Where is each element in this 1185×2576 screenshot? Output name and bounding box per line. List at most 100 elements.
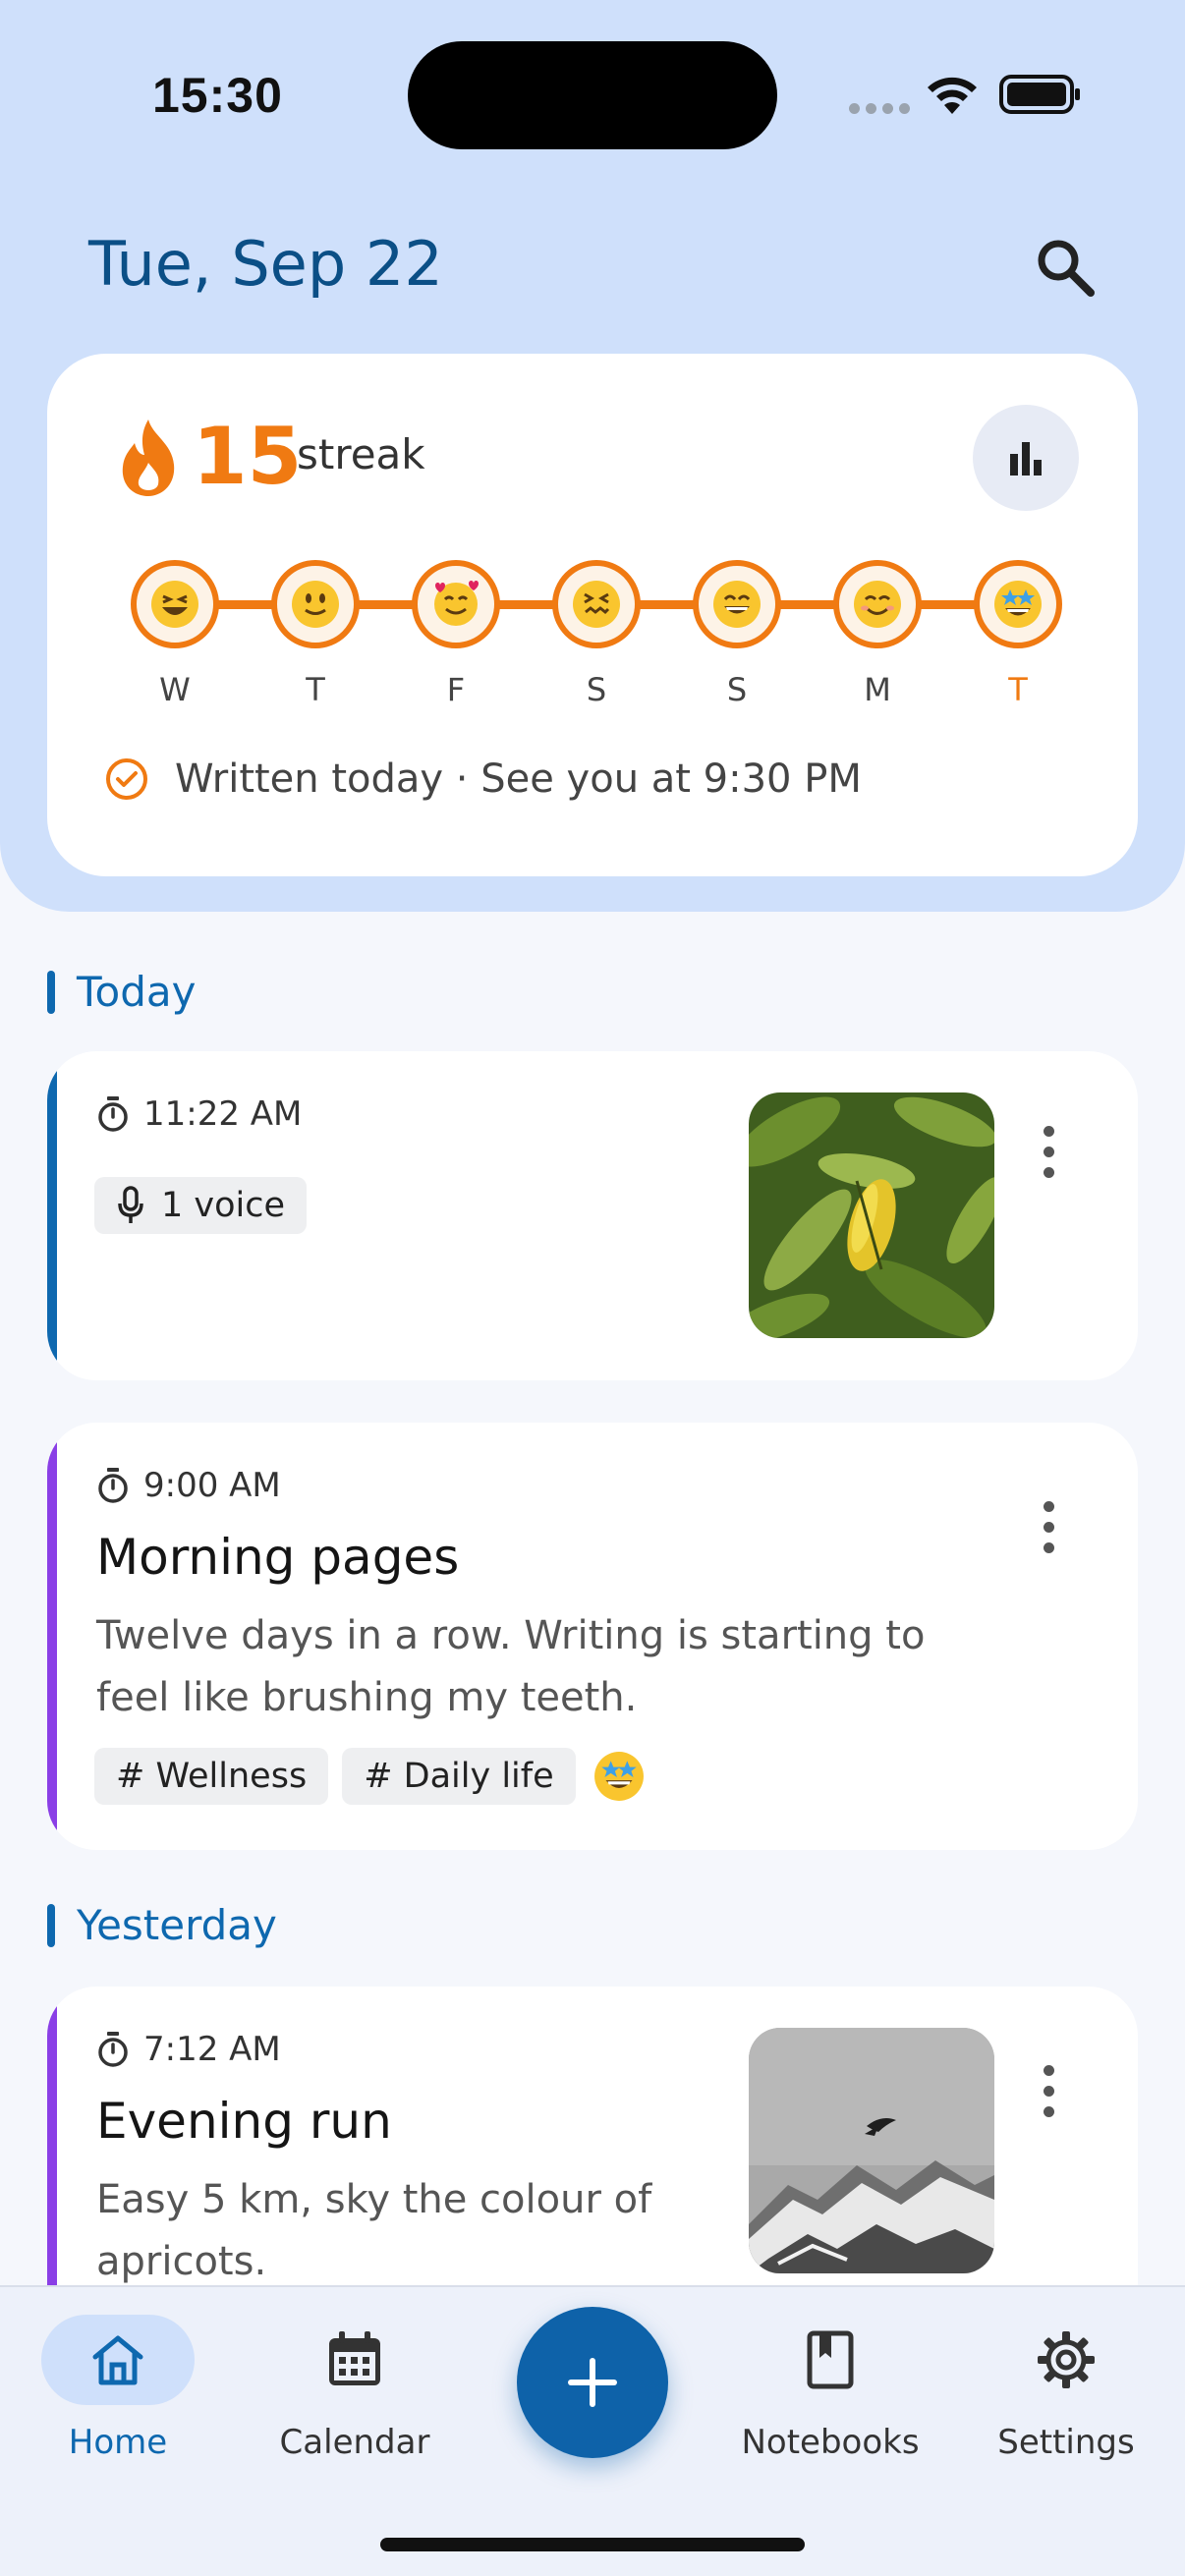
star-struck-emoji-icon (994, 581, 1042, 628)
slight-smile-emoji-icon (292, 581, 339, 628)
day-monday[interactable]: M (828, 555, 927, 708)
entry-more-button[interactable] (1034, 1501, 1063, 1570)
day-letter: W (159, 671, 191, 708)
dynamic-island (408, 41, 777, 149)
entry-time-text: 7:12 AM (143, 2030, 281, 2069)
plus-icon (568, 2358, 617, 2407)
written-status-row: Written today · See you at 9:30 PM (104, 756, 862, 802)
cellular-signal-icon (849, 103, 910, 114)
voice-chip-label: 1 voice (161, 1186, 286, 1225)
section-header-yesterday: Yesterday (47, 1901, 277, 1949)
voice-chip[interactable]: 1 voice (94, 1177, 308, 1234)
entry-time: 11:22 AM (96, 1094, 302, 1134)
day-tuesday-today[interactable]: T (969, 555, 1067, 708)
nav-calendar[interactable]: Calendar (256, 2315, 453, 2462)
section-title: Yesterday (77, 1901, 277, 1949)
day-thursday[interactable]: T (266, 555, 365, 708)
timer-icon (98, 1468, 128, 1503)
flame-icon (122, 420, 175, 496)
microphone-icon (118, 1186, 143, 1223)
smiling-emoji-icon (854, 581, 901, 628)
check-circle-icon (106, 758, 147, 800)
mood-circle (693, 560, 781, 648)
entry-body: Easy 5 km, sky the colour of apricots. (96, 2177, 652, 2284)
nav-settings-pill (989, 2315, 1143, 2405)
battery-icon (999, 75, 1080, 114)
written-status-text: Written today · See you at 9:30 PM (175, 756, 862, 802)
bottom-navigation: Home Calendar Notebooks Settings (0, 2285, 1185, 2576)
wifi-icon (928, 77, 977, 114)
section-accent-bar (47, 1903, 55, 1947)
entry-more-button[interactable] (1034, 1126, 1063, 1195)
add-entry-button[interactable] (517, 2307, 668, 2458)
notebook-icon (807, 2330, 854, 2389)
day-saturday[interactable]: S (547, 555, 646, 708)
status-bar: 15:30 (0, 0, 1185, 187)
streak-label: streak (297, 430, 425, 478)
nav-calendar-label: Calendar (279, 2423, 430, 2462)
tag-chip-daily-life[interactable]: # Daily life (342, 1748, 576, 1805)
stats-button[interactable] (973, 405, 1079, 511)
bar-chart-icon (1010, 442, 1042, 476)
mood-circle (552, 560, 641, 648)
nav-calendar-pill (278, 2315, 431, 2405)
entry-time: 9:00 AM (96, 1466, 281, 1505)
nav-home[interactable]: Home (20, 2315, 216, 2462)
entry-accent-bar (47, 1423, 57, 1850)
nav-notebooks-label: Notebooks (741, 2423, 920, 2462)
section-header-today: Today (47, 968, 196, 1016)
week-streak-track: W T F S S M T (126, 555, 1069, 708)
day-letter: T (306, 671, 325, 708)
entry-photo-mountain[interactable] (749, 2028, 994, 2273)
nav-notebooks[interactable]: Notebooks (732, 2315, 929, 2462)
day-letter: F (446, 671, 466, 708)
nav-settings-label: Settings (997, 2423, 1135, 2462)
day-wednesday[interactable]: W (126, 555, 224, 708)
nav-notebooks-pill (754, 2315, 907, 2405)
star-struck-emoji-icon (593, 1752, 644, 1801)
streak-count: 15 (193, 411, 303, 502)
entry-body: Twelve days in a row. Writing is startin… (96, 1613, 926, 1720)
day-letter: M (864, 671, 891, 708)
section-accent-bar (47, 970, 55, 1014)
entry-more-button[interactable] (1034, 2065, 1063, 2134)
mood-circle (974, 560, 1062, 648)
gear-icon (1038, 2331, 1095, 2388)
mood-circle (271, 560, 360, 648)
grinning-emoji-icon (713, 581, 761, 628)
nav-home-pill (41, 2315, 195, 2405)
entry-title: Evening run (96, 2093, 392, 2150)
day-letter: S (726, 671, 748, 708)
mood-circle (412, 560, 500, 648)
confounded-emoji-icon (573, 581, 620, 628)
search-icon (1038, 240, 1095, 297)
calendar-icon (329, 2331, 380, 2385)
mood-circle (833, 560, 922, 648)
day-sunday[interactable]: S (688, 555, 786, 708)
entry-time-text: 11:22 AM (143, 1094, 303, 1134)
smiling-hearts-emoji-icon (434, 581, 479, 626)
nav-settings[interactable]: Settings (968, 2315, 1164, 2462)
day-letter: S (586, 671, 607, 708)
entry-accent-bar (47, 1051, 57, 1380)
entry-time: 7:12 AM (96, 2030, 281, 2069)
section-title: Today (77, 968, 197, 1016)
leaves-photo-image (749, 1092, 994, 1338)
entry-photo-leaves[interactable] (749, 1092, 994, 1338)
streak-card[interactable]: 15 streak W T F S S M T Written today · … (47, 354, 1138, 876)
home-indicator (380, 2538, 805, 2551)
search-button[interactable] (1032, 234, 1100, 303)
journal-entry-card[interactable]: 11:22 AM 1 voice (47, 1051, 1138, 1380)
entry-time-text: 9:00 AM (143, 1466, 281, 1505)
entry-title: Morning pages (96, 1529, 460, 1586)
voice-chip-body: 1 voice (94, 1177, 308, 1234)
home-icon (92, 2335, 143, 2385)
timer-icon (98, 2032, 128, 2067)
day-friday[interactable]: F (407, 555, 505, 708)
mood-circle (131, 560, 219, 648)
grinning-squint-emoji-icon (151, 581, 198, 628)
tag-chip-wellness[interactable]: # Wellness (94, 1748, 329, 1805)
status-time: 15:30 (152, 68, 283, 123)
timer-icon (98, 1096, 128, 1132)
journal-entry-card[interactable]: 9:00 AM Morning pages Twelve days in a r… (47, 1423, 1138, 1850)
